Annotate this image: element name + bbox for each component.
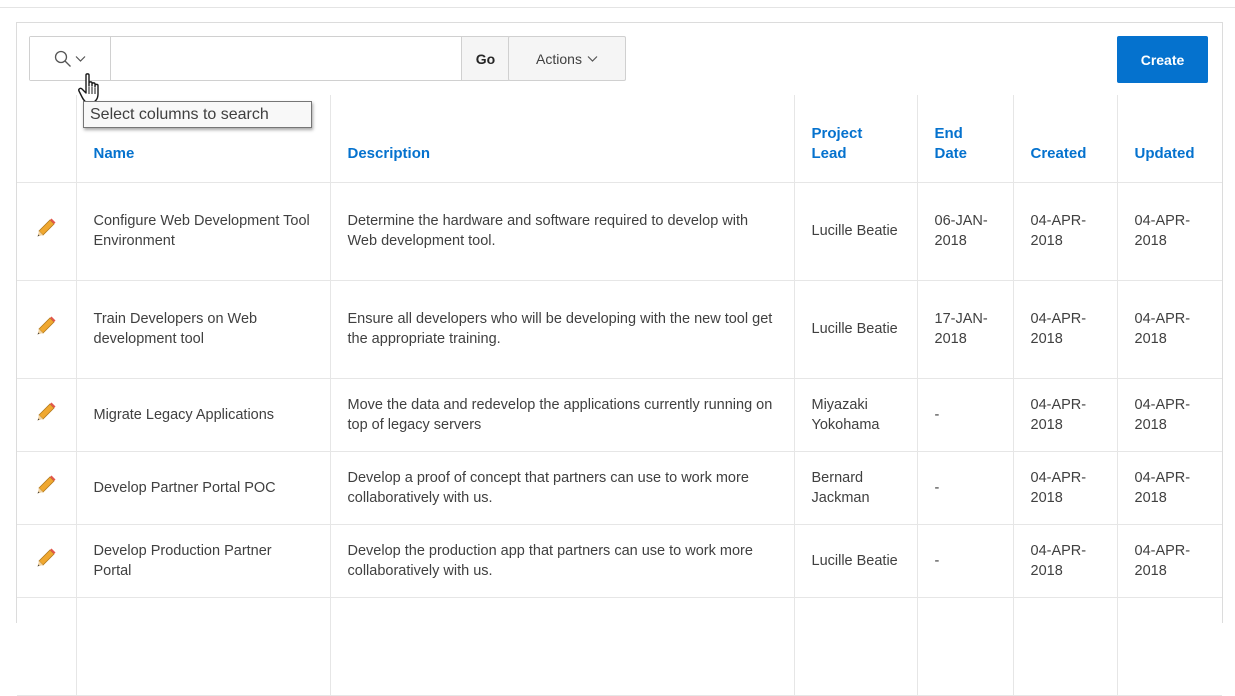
edit-column-header: [17, 95, 77, 183]
table-row: Migrate Legacy Applications Move the dat…: [17, 378, 1222, 452]
cell-end-date: 06-JAN-2018: [917, 182, 1014, 281]
edit-cell: [17, 280, 77, 379]
pencil-icon[interactable]: [35, 401, 57, 423]
edit-cell: [17, 597, 77, 696]
cell-name: Migrate Legacy Applications: [76, 378, 331, 452]
cell-end-date: -: [917, 451, 1014, 525]
edit-cell: [17, 182, 77, 281]
cell-updated: [1117, 597, 1222, 696]
cell-project-lead: Miyazaki Yokohama: [794, 378, 918, 452]
report-toolbar: Go Actions Create: [17, 23, 1222, 98]
cell-description: Develop a proof of concept that partners…: [330, 451, 795, 525]
cell-end-date: -: [917, 524, 1014, 598]
table-row: [17, 597, 1222, 696]
cell-updated: 04-APR-2018: [1117, 378, 1222, 452]
cell-created: 04-APR-2018: [1013, 451, 1118, 525]
pencil-icon[interactable]: [35, 217, 57, 239]
cell-created: 04-APR-2018: [1013, 524, 1118, 598]
cell-project-lead: Bernard Jackman: [794, 451, 918, 525]
cell-description: Develop the production app that partners…: [330, 524, 795, 598]
cell-created: 04-APR-2018: [1013, 378, 1118, 452]
cell-project-lead: Lucille Beatie: [794, 280, 918, 379]
create-button[interactable]: Create: [1117, 36, 1208, 83]
cell-name: Train Developers on Web development tool: [76, 280, 331, 379]
pencil-icon[interactable]: [35, 474, 57, 496]
chevron-down-icon: [75, 55, 86, 62]
cell-created: 04-APR-2018: [1013, 182, 1118, 281]
actions-menu-button[interactable]: Actions: [508, 36, 626, 81]
cell-updated: 04-APR-2018: [1117, 524, 1222, 598]
edit-cell: [17, 451, 77, 525]
search-icon: [54, 50, 71, 67]
cell-name: Develop Partner Portal POC: [76, 451, 331, 525]
column-header-description[interactable]: Description: [330, 95, 795, 183]
cell-created: [1013, 597, 1118, 696]
column-header-end-date[interactable]: End Date: [917, 95, 1014, 183]
column-header-updated[interactable]: Updated: [1117, 95, 1222, 183]
cell-name: Develop Production Partner Portal: [76, 524, 331, 598]
go-button[interactable]: Go: [461, 37, 509, 80]
cell-description: Ensure all developers who will be develo…: [330, 280, 795, 379]
tooltip: Select columns to search: [83, 101, 312, 128]
cell-updated: 04-APR-2018: [1117, 451, 1222, 525]
cell-project-lead: Lucille Beatie: [794, 524, 918, 598]
chevron-down-icon: [587, 55, 598, 62]
cell-updated: 04-APR-2018: [1117, 280, 1222, 379]
cell-description: [330, 597, 795, 696]
cell-project-lead: [794, 597, 918, 696]
table-row: Train Developers on Web development tool…: [17, 280, 1222, 379]
table-row: Configure Web Development Tool Environme…: [17, 182, 1222, 281]
table-row: Develop Partner Portal POC Develop a pro…: [17, 451, 1222, 525]
cell-name: [76, 597, 331, 696]
column-search-button[interactable]: [30, 37, 111, 80]
cell-description: Determine the hardware and software requ…: [330, 182, 795, 281]
edit-cell: [17, 378, 77, 452]
cell-end-date: [917, 597, 1014, 696]
actions-label: Actions: [536, 50, 582, 67]
column-header-created[interactable]: Created: [1013, 95, 1118, 183]
edit-cell: [17, 524, 77, 598]
cell-project-lead: Lucille Beatie: [794, 182, 918, 281]
column-header-project-lead[interactable]: Project Lead: [794, 95, 918, 183]
cell-end-date: -: [917, 378, 1014, 452]
pencil-icon[interactable]: [35, 315, 57, 337]
search-input[interactable]: [111, 37, 461, 80]
report-table: Name Description Project Lead End Date C…: [17, 95, 1222, 696]
table-row: Develop Production Partner Portal Develo…: [17, 524, 1222, 598]
cell-description: Move the data and redevelop the applicat…: [330, 378, 795, 452]
cell-name: Configure Web Development Tool Environme…: [76, 182, 331, 281]
cell-created: 04-APR-2018: [1013, 280, 1118, 379]
cell-end-date: 17-JAN-2018: [917, 280, 1014, 379]
cell-updated: 04-APR-2018: [1117, 182, 1222, 281]
top-divider: [0, 7, 1235, 8]
pencil-icon[interactable]: [35, 547, 57, 569]
search-bar: Go: [29, 36, 510, 81]
